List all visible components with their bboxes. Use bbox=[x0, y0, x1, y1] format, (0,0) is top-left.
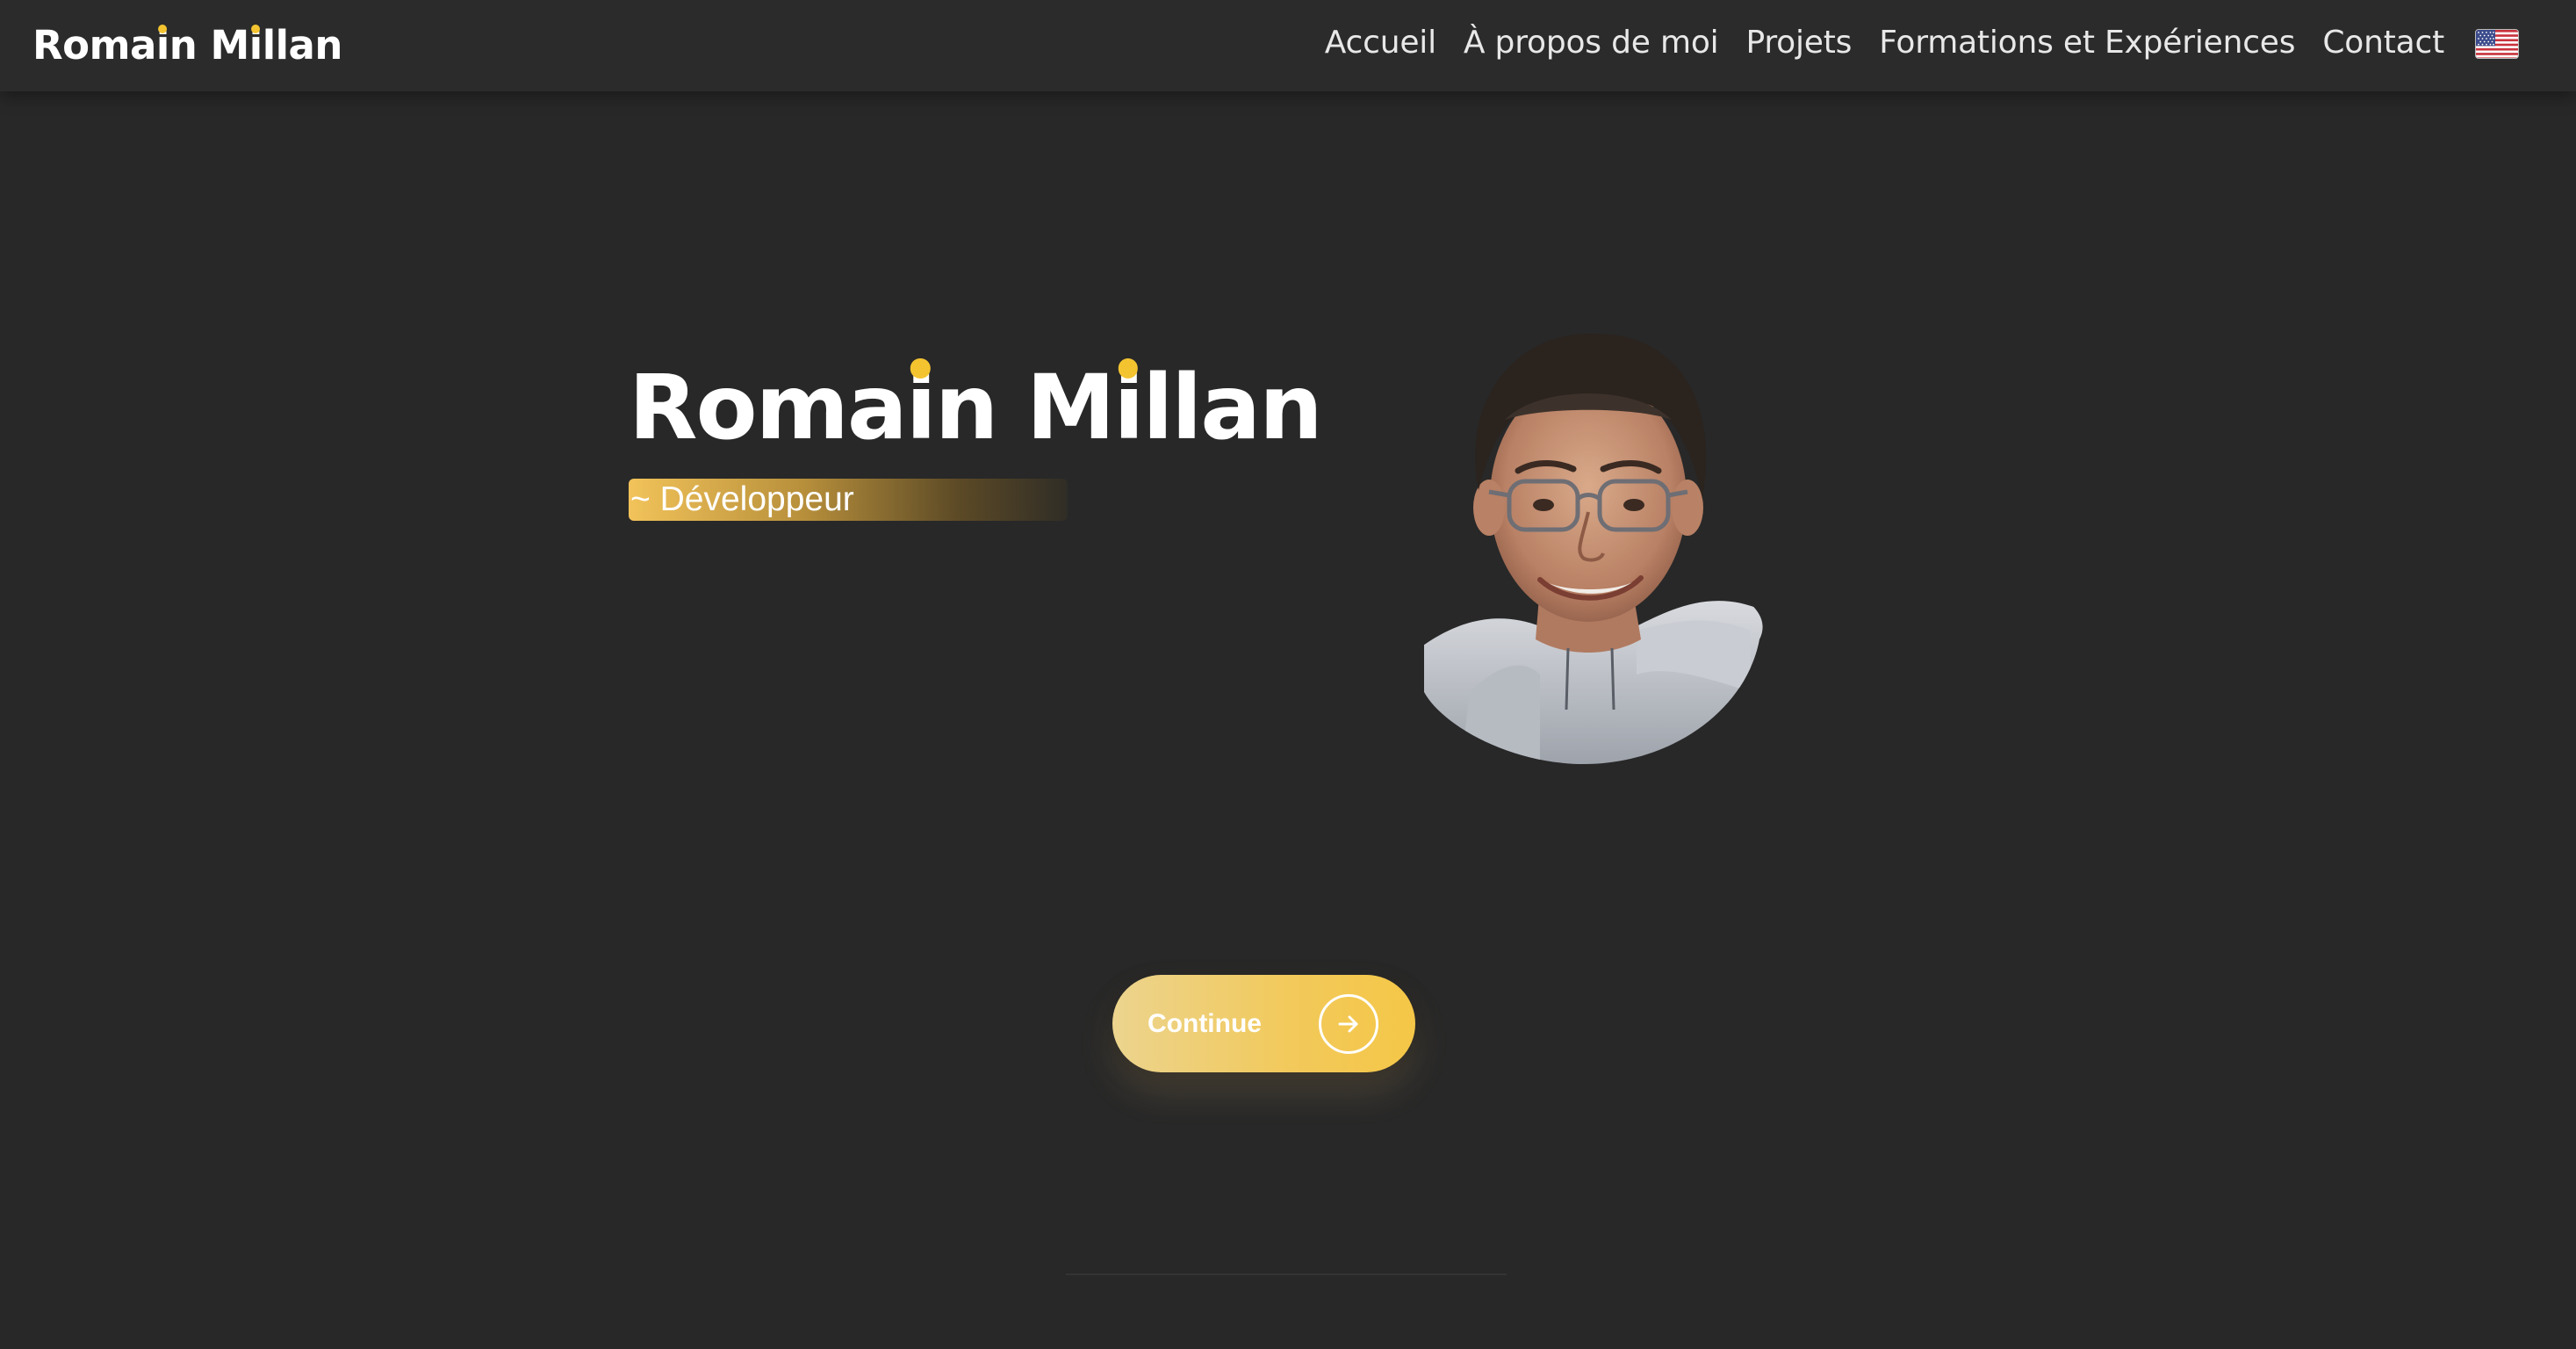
brand-text-part: llan bbox=[262, 22, 343, 69]
role-label: ~ Développeur bbox=[630, 480, 854, 518]
hero-name-part: Roma bbox=[629, 356, 908, 460]
hero-title: Romai n Mi llan bbox=[629, 347, 1323, 470]
brand-dotted-i: i bbox=[249, 19, 263, 72]
nav-links: Accueil À propos de moi Projets Formatio… bbox=[1298, 21, 2444, 65]
nav-link-about[interactable]: À propos de moi bbox=[1464, 21, 1719, 65]
nav-link-projects[interactable]: Projets bbox=[1745, 21, 1852, 65]
arrow-right-glyph bbox=[1338, 1015, 1358, 1033]
hero-dotted-i: i bbox=[1113, 347, 1144, 470]
hero-name-part: llan bbox=[1142, 356, 1322, 460]
hero-dotted-i: i bbox=[906, 347, 937, 470]
arrow-right-icon bbox=[1319, 994, 1378, 1054]
continue-button-label: Continue bbox=[1148, 1009, 1262, 1038]
section-divider bbox=[1066, 1273, 1507, 1275]
continue-button[interactable]: Continue bbox=[1112, 975, 1415, 1072]
accent-dot bbox=[158, 24, 168, 33]
page: Romai n Mi llan Accueil À propos de moi Pr… bbox=[0, 0, 2576, 1349]
nav-link-education[interactable]: Formations et Expériences bbox=[1879, 21, 2295, 65]
us-flag-icon[interactable] bbox=[2475, 29, 2519, 59]
avatar-illustration bbox=[1424, 323, 1763, 764]
hero-name-part: n M bbox=[934, 356, 1116, 460]
brand-logo[interactable]: Romai n Mi llan bbox=[32, 19, 342, 72]
nav-link-home[interactable]: Accueil bbox=[1325, 21, 1436, 65]
brand-text-part: Roma bbox=[32, 22, 156, 69]
brand-dotted-i: i bbox=[156, 19, 169, 72]
brand-text-part: n M bbox=[169, 22, 249, 69]
nav-link-contact[interactable]: Contact bbox=[2322, 21, 2444, 65]
us-flag-graphic bbox=[2476, 30, 2518, 58]
accent-dot bbox=[251, 24, 261, 33]
profile-photo bbox=[1408, 323, 1768, 764]
navbar: Romai n Mi llan Accueil À propos de moi Pr… bbox=[0, 0, 2576, 91]
